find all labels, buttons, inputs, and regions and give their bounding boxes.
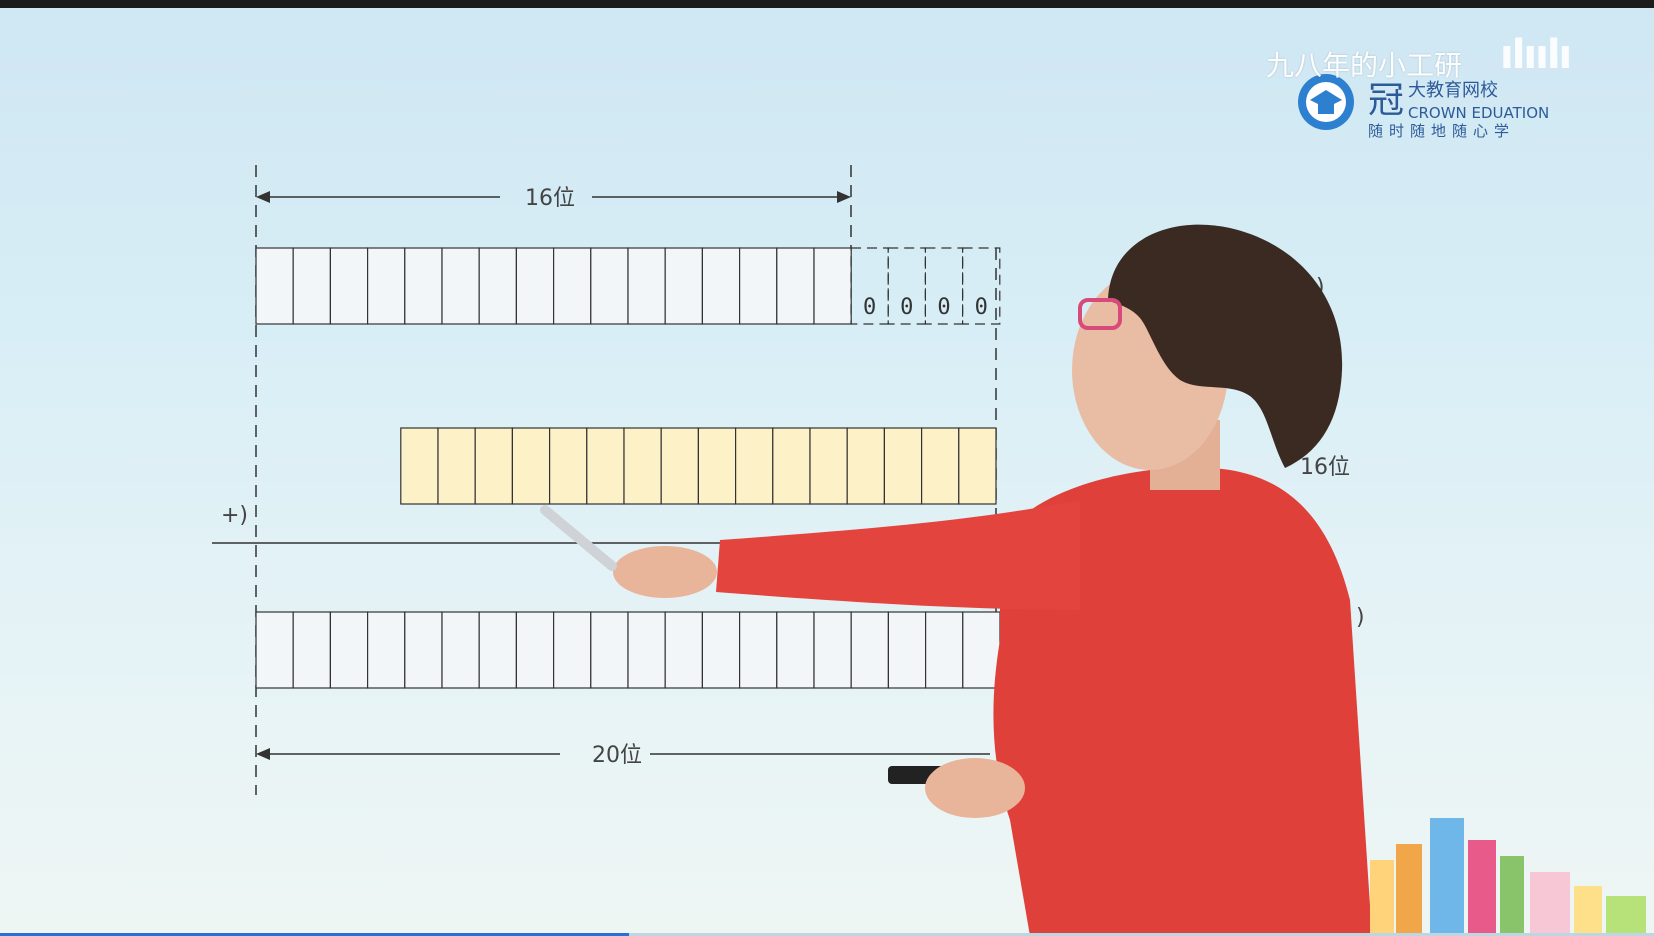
presenter-arm <box>716 500 1080 610</box>
presenter-hand <box>613 546 717 598</box>
presenter-lower-hand <box>925 758 1025 818</box>
logo-en-name: CROWN EDUATION <box>1408 104 1549 122</box>
logo-char: 冠 <box>1368 80 1404 121</box>
bilibili-watermark-icon: ılıılı <box>1500 32 1572 78</box>
presenter <box>540 224 1372 936</box>
books-decoration <box>1370 818 1646 936</box>
pointer-pen <box>540 505 617 571</box>
video-frame: 16位 0000 16位 ) ) +) 20位 冠 大教育网校 CROWN ED… <box>0 0 1654 936</box>
logo-slogan: 随时随地随心学 <box>1368 122 1515 138</box>
channel-watermark: 九八年的小工研 <box>1266 49 1463 82</box>
